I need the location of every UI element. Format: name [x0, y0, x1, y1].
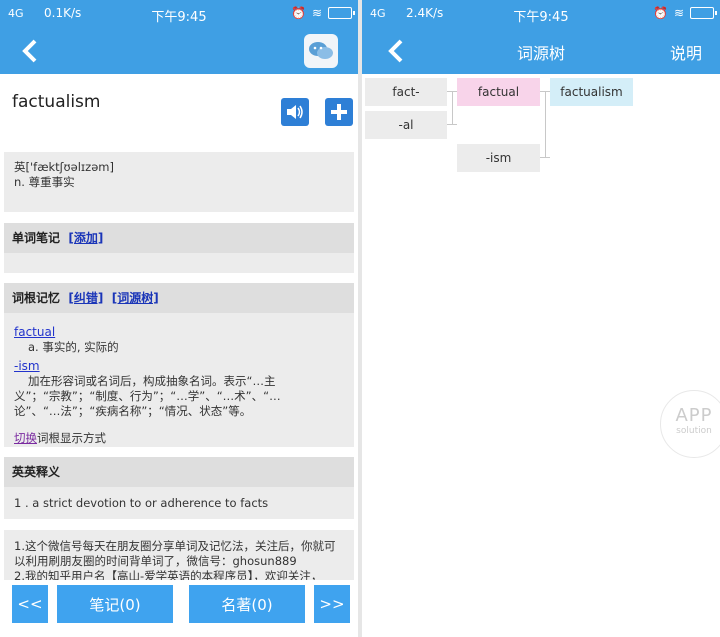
add-note-link[interactable]: [添加]: [68, 231, 103, 245]
notice-line-3: 2.我的知乎用户名【高山-爱学英语的本程序员】，欢迎关注，: [14, 569, 323, 580]
tree-node-fact[interactable]: fact-: [365, 78, 447, 106]
notes-header: 单词笔记 [添加]: [4, 223, 354, 253]
tree-connector: [545, 91, 546, 158]
root-link-ism[interactable]: -ism: [14, 359, 40, 373]
alarm-icon: ⏰: [290, 6, 306, 20]
plus-icon: [331, 104, 347, 120]
page-title: 词源树: [516, 44, 565, 63]
battery-icon: [328, 7, 355, 19]
alarm-icon: ⏰: [652, 6, 668, 20]
notice-line-1: 1.这个微信号每天在朋友圈分享单词及记忆法，关注后，你就可: [14, 539, 336, 553]
add-word-button[interactable]: [325, 98, 353, 126]
tree-connector: [452, 91, 453, 125]
notes-title: 单词笔记: [12, 231, 61, 245]
next-word-button[interactable]: >>: [314, 585, 350, 623]
english-def-header: 英英释义: [4, 457, 354, 487]
works-button[interactable]: 名著(0): [189, 585, 305, 623]
definition-box: 英['fæktʃʊəlɪzəm] n. 尊重事实: [4, 152, 354, 212]
wechat-icon: [309, 42, 333, 59]
explain-button[interactable]: 说明: [670, 40, 702, 64]
status-icons: ⏰ ≋: [652, 6, 717, 20]
speaker-icon: [287, 105, 303, 119]
back-arrow-icon[interactable]: [18, 38, 44, 64]
tree-node-factualism[interactable]: factualism: [550, 78, 633, 106]
root-meaning-factual: a. 事实的, 实际的: [28, 340, 119, 354]
etymology-tree-screen: 4G 2.4K/s 下午9:45 ⏰ ≋ 词源树 说明 fact- -al fa…: [362, 0, 720, 637]
tree-node-factual[interactable]: factual: [457, 78, 540, 106]
english-def-title: 英英释义: [12, 465, 61, 479]
battery-icon: [690, 7, 717, 19]
etymology-tree-link[interactable]: [词源树]: [112, 291, 159, 305]
english-def-body: 1 . a strict devotion to or adherence to…: [4, 487, 354, 519]
wifi-icon: ≋: [673, 6, 684, 20]
prev-word-button[interactable]: <<: [12, 585, 48, 623]
root-memory-title: 词根记忆: [12, 291, 61, 305]
wechat-notice: 1.这个微信号每天在朋友圈分享单词及记忆法，关注后，你就可 以利用刷朋友圈的时间…: [4, 530, 354, 580]
notes-button[interactable]: 笔记(0): [57, 585, 173, 623]
root-meaning-ism-3: 论”、“…法”；“疾病名称”；“情况、状态”等。: [14, 404, 252, 418]
watermark-line-1: APP: [675, 405, 713, 426]
definition: n. 尊重事实: [14, 175, 75, 189]
phonetic: 英['fæktʃʊəlɪzəm]: [14, 160, 114, 174]
root-memory-body: factual a. 事实的, 实际的 -ism 加在形容词或名词后，构成抽象名…: [4, 313, 354, 447]
tree-node-al[interactable]: -al: [365, 111, 447, 139]
nav-bar: [0, 28, 358, 74]
wifi-icon: ≋: [311, 6, 322, 20]
notice-line-2: 以利用刷朋友圈的时间背单词了，微信号：ghosun889: [14, 554, 297, 568]
correct-link[interactable]: [纠错]: [68, 291, 103, 305]
app-solution-watermark: APP solution: [660, 390, 720, 458]
root-meaning-ism-2: 义”；“宗教”；“制度、行为”；“…学”、“…术”、“…: [14, 389, 281, 403]
word-detail-screen: 4G 0.1K/s 下午9:45 ⏰ ≋ factualism 英['fæktʃ…: [0, 0, 358, 637]
english-def-item: 1 . a strict devotion to or adherence to…: [14, 496, 269, 510]
notes-body: [4, 253, 354, 273]
status-bar: 4G 0.1K/s 下午9:45 ⏰ ≋: [0, 0, 358, 28]
status-bar: 4G 2.4K/s 下午9:45 ⏰ ≋: [362, 0, 720, 28]
root-meaning-ism-1: 加在形容词或名词后，构成抽象名词。表示“…主: [28, 374, 276, 388]
bottom-bar: << 笔记(0) 名著(0) >>: [0, 585, 358, 625]
root-link-factual[interactable]: factual: [14, 325, 55, 339]
pronounce-button[interactable]: [281, 98, 309, 126]
switch-text: 词根显示方式: [37, 431, 106, 445]
watermark-line-2: solution: [676, 426, 712, 436]
root-memory-header: 词根记忆 [纠错] [词源树]: [4, 283, 354, 313]
word-title: factualism: [12, 92, 101, 112]
switch-link[interactable]: 切换: [14, 431, 37, 445]
tree-node-ism[interactable]: -ism: [457, 144, 540, 172]
wechat-share-button[interactable]: [304, 34, 338, 68]
nav-bar: 词源树 说明: [362, 28, 720, 74]
status-icons: ⏰ ≋: [290, 6, 355, 20]
